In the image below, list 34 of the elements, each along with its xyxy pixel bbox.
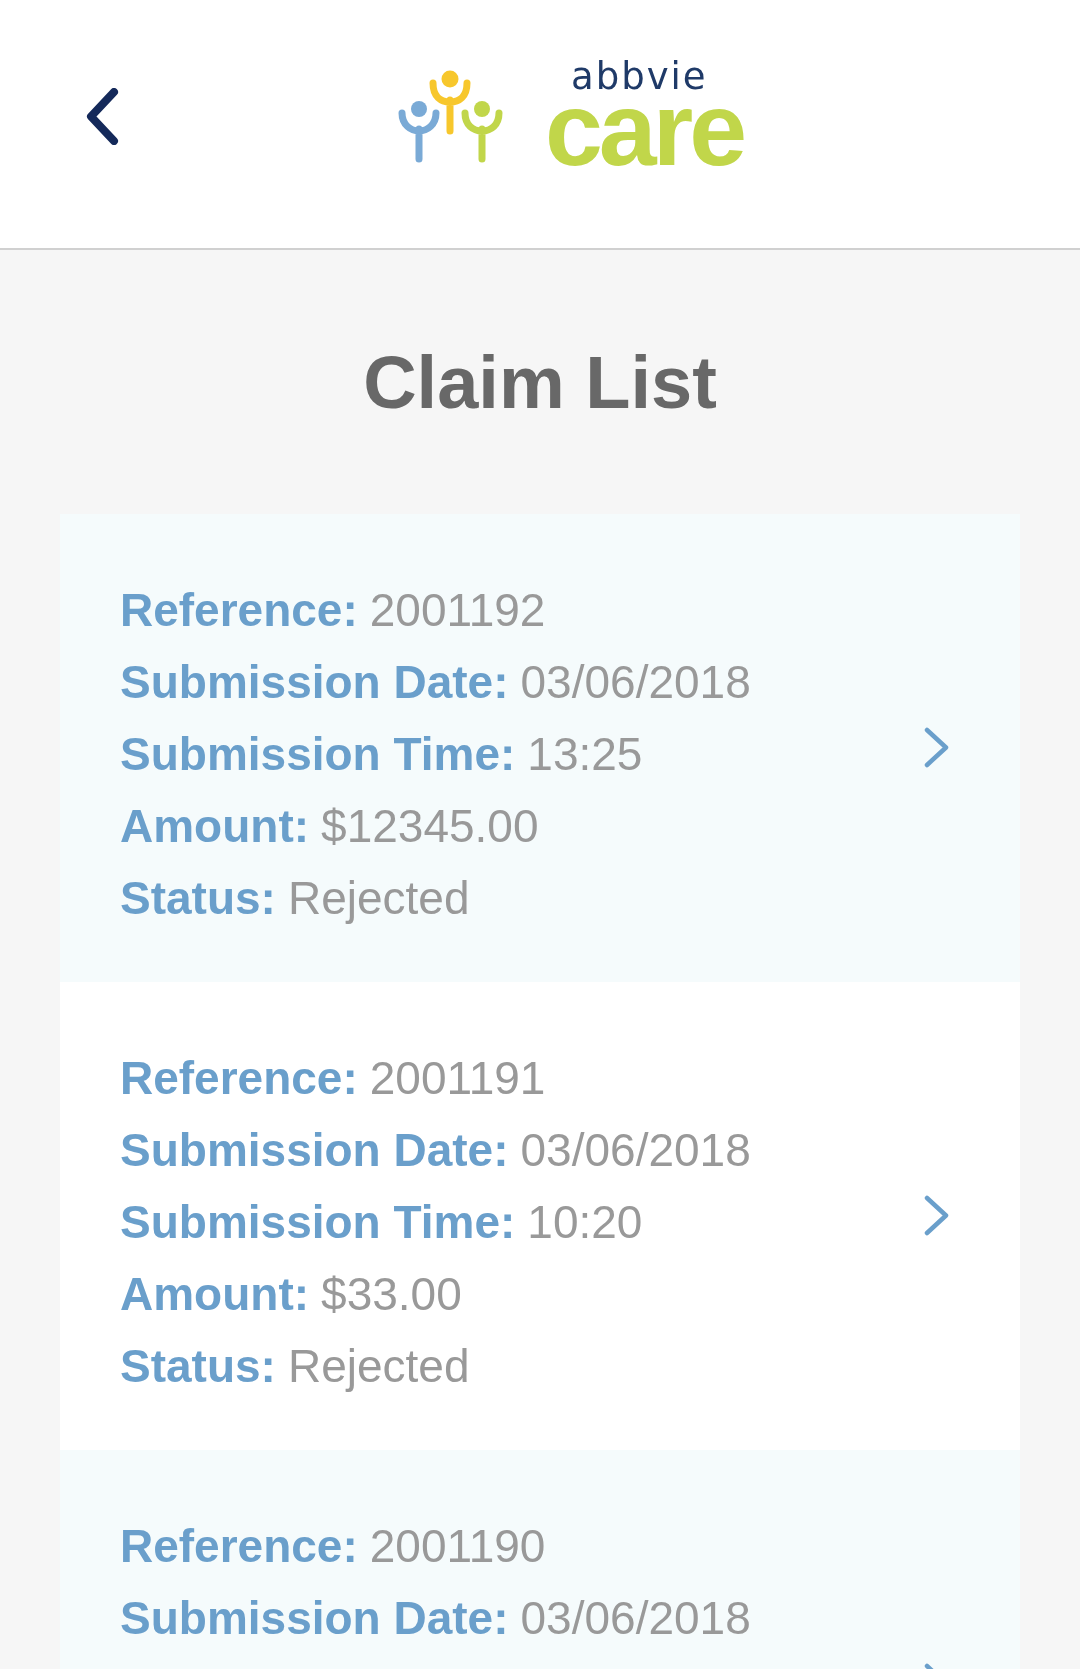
- field-value: $33.00: [321, 1267, 462, 1322]
- field-value: 03/06/2018: [520, 1591, 751, 1646]
- field-label: Status:: [120, 1339, 276, 1394]
- field-label: Amount:: [120, 1267, 310, 1322]
- field-label: Status:: [120, 871, 276, 926]
- field-label: Reference:: [120, 1519, 358, 1574]
- field-value: 2001191: [369, 1051, 546, 1106]
- page-title: Claim List: [363, 346, 717, 420]
- field-value: 13:25: [527, 727, 643, 782]
- field-label: Reference:: [120, 1051, 358, 1106]
- field-label: Reference:: [120, 583, 358, 638]
- field-label: Amount:: [120, 799, 310, 854]
- chevron-right-icon: [924, 1662, 934, 1669]
- field-value: 10:20: [527, 1195, 643, 1250]
- field-label: Submission Date:: [120, 655, 509, 710]
- field-value: $12345.00: [321, 799, 539, 854]
- back-icon: [85, 87, 119, 145]
- field-label: Submission Time:: [120, 1195, 516, 1250]
- field-value: 2001190: [369, 1519, 546, 1574]
- field-label: Submission Date:: [120, 1123, 509, 1178]
- field-label: Submission Date:: [120, 1591, 509, 1646]
- claim-card[interactable]: Reference: 2001191 Submission Date: 03/06/2018 Submission Time: 10:20 Amount: $33.00 Status: Rejected: [60, 982, 1020, 1450]
- field-label: Submission Time:: [120, 727, 516, 782]
- logo-product-text: care: [545, 93, 743, 165]
- field-value: 03/06/2018: [520, 1123, 751, 1178]
- logo-brand-text: abbvie: [571, 61, 708, 93]
- field-value: 03/06/2018: [520, 655, 751, 710]
- claim-card[interactable]: Reference: 2001190 Submission Date: 03/06/2018: [60, 1450, 1020, 1669]
- field-value: Rejected: [287, 1339, 470, 1394]
- field-value: 2001192: [369, 583, 546, 638]
- field-value: Rejected: [287, 871, 470, 926]
- claim-card[interactable]: Reference: 2001192 Submission Date: 03/06/2018 Submission Time: 13:25 Amount: $12345.00 Status: Rejected: [60, 514, 1020, 982]
- chevron-right-icon: [924, 726, 950, 768]
- chevron-right-icon: [924, 1194, 950, 1236]
